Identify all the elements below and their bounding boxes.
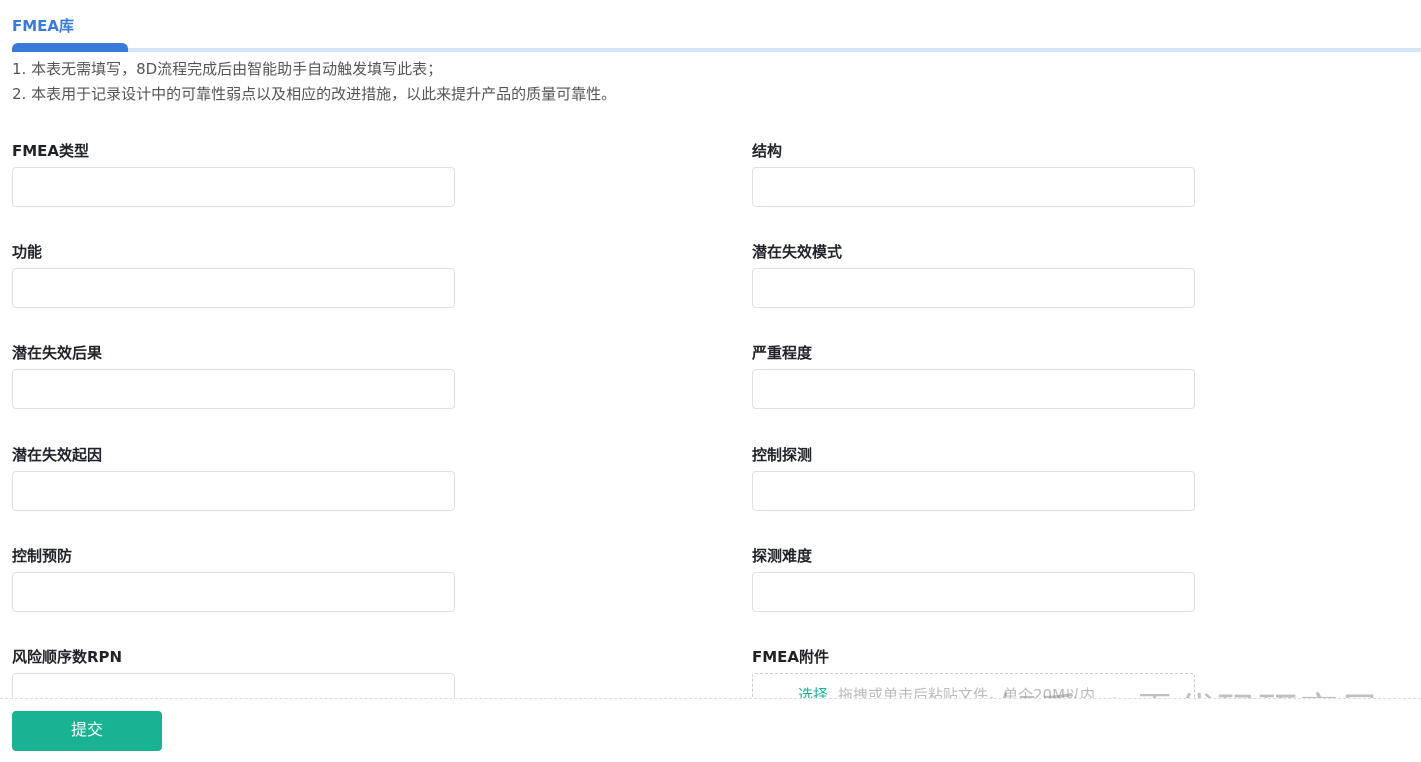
note-2: 2. 本表用于记录设计中的可靠性弱点以及相应的改进措施，以此来提升产品的质量可靠… <box>12 85 617 103</box>
field-label: 潜在失效后果 <box>12 344 103 363</box>
field-label: 严重程度 <box>752 344 813 363</box>
field-label: 结构 <box>752 142 783 160</box>
form-field: 潜在失效后果 <box>12 339 455 410</box>
field-input[interactable] <box>752 571 1195 612</box>
form-field: 严重程度 <box>752 339 1195 410</box>
tab-bar-line <box>12 48 1421 52</box>
field-input[interactable] <box>12 470 455 511</box>
field-input[interactable] <box>752 167 1195 207</box>
note-1: 1. 本表无需填写，8D流程完成后由智能助手自动触发填写此表； <box>12 60 443 78</box>
field-label: 潜在失效模式 <box>752 243 843 262</box>
field-label: 探测难度 <box>752 546 813 565</box>
field-label: 控制探测 <box>752 445 813 464</box>
field-input[interactable] <box>12 571 455 612</box>
field-label: 风险顺序数RPN <box>12 648 123 666</box>
form-scroll-area[interactable]: FMEA库 1. 本表无需填写，8D流程完成后由智能助手自动触发填写此表； 2.… <box>0 0 1421 698</box>
field-input[interactable] <box>12 673 455 698</box>
tab-fmea-library[interactable]: FMEA库 <box>12 15 74 36</box>
field-label: 控制预防 <box>12 546 73 565</box>
footer: 提交 <box>0 698 1421 762</box>
form-field: 潜在失效起因 <box>12 441 455 511</box>
field-input[interactable] <box>752 268 1195 309</box>
field-input[interactable] <box>752 470 1195 511</box>
select-file-link[interactable]: 选择 <box>798 686 828 698</box>
form-field: 控制探测 <box>752 441 1195 511</box>
form-field: FMEA类型 <box>12 137 455 207</box>
field-input[interactable] <box>12 167 455 207</box>
field-label: 功能 <box>12 243 43 262</box>
field-label: FMEA附件 <box>752 648 830 666</box>
form-field: 潜在失效模式 <box>752 238 1195 309</box>
field-label: 潜在失效起因 <box>12 445 103 464</box>
field-label: FMEA类型 <box>12 142 90 160</box>
submit-button[interactable]: 提交 <box>12 711 162 751</box>
form-field: 风险顺序数RPN <box>12 643 455 698</box>
form-field: 功能 <box>12 238 455 309</box>
form-field: 探测难度 <box>752 542 1195 612</box>
field-input[interactable] <box>752 369 1195 410</box>
form-field: 结构 <box>752 137 1195 207</box>
field-input[interactable] <box>12 268 455 309</box>
form-field: 控制预防 <box>12 542 455 612</box>
field-input[interactable] <box>12 369 455 410</box>
tab-active-indicator <box>12 43 128 52</box>
